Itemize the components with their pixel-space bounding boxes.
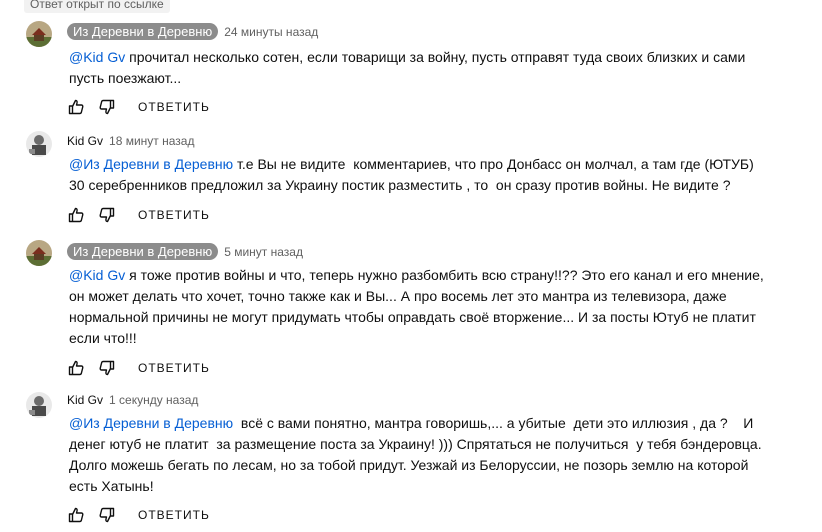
comment-time[interactable]: 5 минут назад [224,245,303,259]
reply-button[interactable]: ОТВЕТИТЬ [138,208,210,222]
comment-body: прочитал несколько сотен, если товарищи … [69,49,750,86]
village-avatar[interactable] [26,240,52,266]
comment-body: я тоже против войны и что, теперь нужно … [69,267,768,346]
mention-link[interactable]: @Kid Gv [69,267,125,283]
mention-link[interactable]: @Из Деревни в Деревню [69,415,233,431]
reply-button[interactable]: ОТВЕТИТЬ [138,361,210,375]
dislike-icon[interactable] [99,99,115,115]
village-avatar[interactable] [26,21,52,47]
like-icon[interactable] [68,507,84,523]
dislike-icon[interactable] [99,360,115,376]
comment-time[interactable]: 24 минуты назад [224,25,318,39]
dislike-icon[interactable] [99,507,115,523]
comment-text: @Из Деревни в Деревню всё с вами понятно… [69,413,769,497]
author-name[interactable]: Из Деревни в Деревню [67,23,219,40]
like-icon[interactable] [68,207,84,223]
mention-link[interactable]: @Из Деревни в Деревню [69,156,233,172]
reply-button[interactable]: ОТВЕТИТЬ [138,100,210,114]
author-name[interactable]: Из Деревни в Деревню [67,243,219,260]
linked-reply-notice: Ответ открыт по ссылке [24,0,170,13]
mention-link[interactable]: @Kid Gv [69,49,125,65]
comment-text: @Kid Gv прочитал несколько сотен, если т… [69,47,769,89]
comment-text: @Из Деревни в Деревню т.е Вы не видите к… [69,154,769,196]
kid-avatar[interactable] [26,131,52,157]
comment-text: @Kid Gv я тоже против войны и что, тепер… [69,265,769,349]
comment-time[interactable]: 18 минут назад [109,134,194,148]
like-icon[interactable] [68,360,84,376]
comment-time[interactable]: 1 секунду назад [109,393,198,407]
author-name[interactable]: Kid Gv [67,393,103,407]
like-icon[interactable] [68,99,84,115]
author-name[interactable]: Kid Gv [67,134,103,148]
kid-avatar[interactable] [26,392,52,418]
dislike-icon[interactable] [99,207,115,223]
reply-button[interactable]: ОТВЕТИТЬ [138,508,210,522]
